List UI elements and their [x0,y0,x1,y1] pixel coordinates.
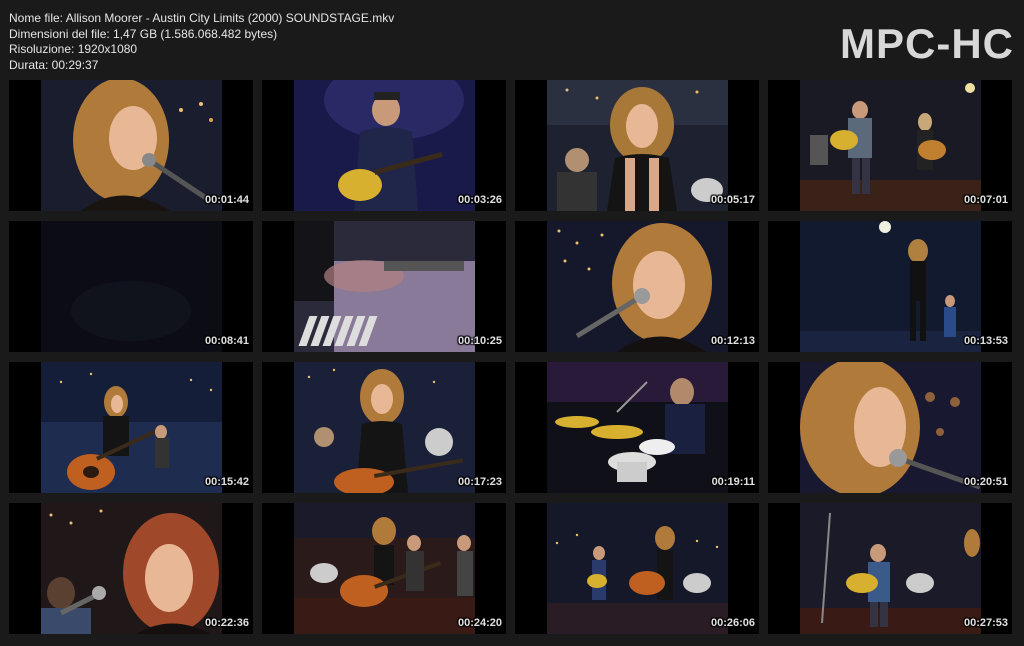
thumbnail-timestamp: 00:13:53 [963,335,1008,347]
video-frame [294,503,475,634]
thumbnail: 00:13:53 [768,221,1012,352]
thumbnail-timestamp: 00:03:26 [457,194,502,206]
thumbnail: 00:19:11 [515,362,759,493]
video-frame [41,80,222,211]
thumbnail-timestamp: 00:27:53 [963,617,1008,629]
thumbnail: 00:07:01 [768,80,1012,211]
thumbnail-grid: 00:01:44 00:03:26 00:05:17 00:07:01 00:0… [9,80,1015,635]
thumbnail-timestamp: 00:07:01 [963,194,1008,206]
thumbnail: 00:05:17 [515,80,759,211]
thumbnail-timestamp: 00:05:17 [710,194,755,206]
thumbnail-timestamp: 00:26:06 [710,617,755,629]
video-frame [800,362,981,493]
thumbnail: 00:12:13 [515,221,759,352]
thumbnail-timestamp: 00:19:11 [711,476,755,488]
thumbnail: 00:20:51 [768,362,1012,493]
video-frame [547,80,728,211]
thumbnail: 00:01:44 [9,80,253,211]
video-frame [294,362,475,493]
thumbnail: 00:17:23 [262,362,506,493]
video-frame [41,503,222,634]
file-duration: Durata: 00:29:37 [9,57,99,72]
thumbnail: 00:03:26 [262,80,506,211]
mpc-hc-logo: MPC-HC [840,20,1014,67]
video-frame [41,221,222,352]
thumbnail-timestamp: 00:08:41 [204,335,249,347]
thumbnail: 00:10:25 [262,221,506,352]
video-frame [547,221,728,352]
video-frame [294,221,475,352]
file-info-panel: Nome file: Allison Moorer - Austin City … [9,11,394,73]
thumbnail-timestamp: 00:10:25 [457,335,502,347]
video-frame [547,503,728,634]
thumbnail: 00:27:53 [768,503,1012,634]
thumbnail-timestamp: 00:01:44 [204,194,249,206]
video-frame [41,362,222,493]
video-frame [800,80,981,211]
thumbnail: 00:26:06 [515,503,759,634]
thumbnail-timestamp: 00:12:13 [710,335,755,347]
file-name: Nome file: Allison Moorer - Austin City … [9,11,395,25]
thumbnail-timestamp: 00:15:42 [204,476,249,488]
thumbnail-timestamp: 00:22:36 [204,617,249,629]
file-resolution: Risoluzione: 1920x1080 [9,42,138,56]
video-frame [294,80,475,211]
file-size: Dimensioni del file: 1,47 GB (1.586.068.… [9,26,278,41]
thumbnail-timestamp: 00:17:23 [457,476,502,488]
thumbnail: 00:15:42 [9,362,253,493]
thumbnail: 00:22:36 [9,503,253,634]
video-frame [800,503,981,634]
thumbnail: 00:08:41 [9,221,253,352]
video-frame [800,221,981,352]
video-frame [547,362,728,493]
thumbnail-timestamp: 00:20:51 [963,476,1008,488]
thumbnail: 00:24:20 [262,503,506,634]
thumbnail-timestamp: 00:24:20 [457,617,502,629]
